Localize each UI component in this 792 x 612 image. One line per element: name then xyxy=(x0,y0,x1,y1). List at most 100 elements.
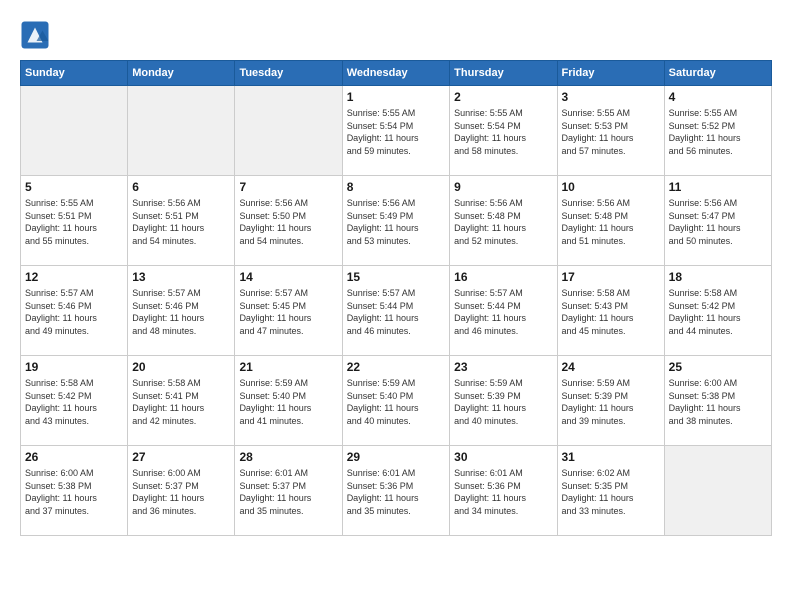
day-info: Sunrise: 5:56 AM Sunset: 5:50 PM Dayligh… xyxy=(239,197,337,247)
logo xyxy=(20,20,54,50)
day-number: 15 xyxy=(347,270,445,284)
day-info: Sunrise: 5:55 AM Sunset: 5:54 PM Dayligh… xyxy=(454,107,552,157)
calendar-cell: 8 Sunrise: 5:56 AM Sunset: 5:49 PM Daylig… xyxy=(342,176,449,266)
logo-icon xyxy=(20,20,50,50)
day-info: Sunrise: 5:57 AM Sunset: 5:44 PM Dayligh… xyxy=(454,287,552,337)
day-info: Sunrise: 5:56 AM Sunset: 5:48 PM Dayligh… xyxy=(562,197,660,247)
calendar-cell: 3 Sunrise: 5:55 AM Sunset: 5:53 PM Daylig… xyxy=(557,86,664,176)
page-header xyxy=(20,20,772,50)
calendar-cell: 1 Sunrise: 5:55 AM Sunset: 5:54 PM Daylig… xyxy=(342,86,449,176)
calendar-cell: 21Sunrise: 5:59 AM Sunset: 5:40 PM Dayli… xyxy=(235,356,342,446)
day-info: Sunrise: 5:59 AM Sunset: 5:39 PM Dayligh… xyxy=(562,377,660,427)
day-info: Sunrise: 5:58 AM Sunset: 5:41 PM Dayligh… xyxy=(132,377,230,427)
day-number: 14 xyxy=(239,270,337,284)
day-info: Sunrise: 5:56 AM Sunset: 5:47 PM Dayligh… xyxy=(669,197,767,247)
day-number: 30 xyxy=(454,450,552,464)
calendar-cell: 6Sunrise: 5:56 AM Sunset: 5:51 PM Daylig… xyxy=(128,176,235,266)
calendar-cell: 4 Sunrise: 5:55 AM Sunset: 5:52 PM Daylig… xyxy=(664,86,771,176)
day-number: 8 xyxy=(347,180,445,194)
day-info: Sunrise: 6:01 AM Sunset: 5:36 PM Dayligh… xyxy=(347,467,445,517)
calendar-cell: 9 Sunrise: 5:56 AM Sunset: 5:48 PM Daylig… xyxy=(450,176,557,266)
day-number: 2 xyxy=(454,90,552,104)
day-info: Sunrise: 5:57 AM Sunset: 5:46 PM Dayligh… xyxy=(25,287,123,337)
day-info: Sunrise: 5:58 AM Sunset: 5:42 PM Dayligh… xyxy=(669,287,767,337)
day-number: 18 xyxy=(669,270,767,284)
day-info: Sunrise: 5:55 AM Sunset: 5:54 PM Dayligh… xyxy=(347,107,445,157)
calendar-cell: 29 Sunrise: 6:01 AM Sunset: 5:36 PM Dayli… xyxy=(342,446,449,536)
day-number: 1 xyxy=(347,90,445,104)
day-info: Sunrise: 6:01 AM Sunset: 5:37 PM Dayligh… xyxy=(239,467,337,517)
day-number: 22 xyxy=(347,360,445,374)
calendar-cell: 12 Sunrise: 5:57 AM Sunset: 5:46 PM Dayli… xyxy=(21,266,128,356)
calendar-header-row: SundayMondayTuesdayWednesdayThursdayFrid… xyxy=(21,61,772,86)
calendar-cell: 27 Sunrise: 6:00 AM Sunset: 5:37 PM Dayli… xyxy=(128,446,235,536)
col-header-thursday: Thursday xyxy=(450,61,557,86)
day-number: 31 xyxy=(562,450,660,464)
day-number: 9 xyxy=(454,180,552,194)
day-number: 3 xyxy=(562,90,660,104)
col-header-friday: Friday xyxy=(557,61,664,86)
week-row-1: 1 Sunrise: 5:55 AM Sunset: 5:54 PM Daylig… xyxy=(21,86,772,176)
day-info: Sunrise: 5:59 AM Sunset: 5:40 PM Dayligh… xyxy=(347,377,445,427)
day-number: 11 xyxy=(669,180,767,194)
day-number: 29 xyxy=(347,450,445,464)
day-info: Sunrise: 5:55 AM Sunset: 5:53 PM Dayligh… xyxy=(562,107,660,157)
col-header-wednesday: Wednesday xyxy=(342,61,449,86)
calendar-cell: 26Sunrise: 6:00 AM Sunset: 5:38 PM Dayli… xyxy=(21,446,128,536)
calendar-cell: 24Sunrise: 5:59 AM Sunset: 5:39 PM Dayli… xyxy=(557,356,664,446)
calendar-cell: 19 Sunrise: 5:58 AM Sunset: 5:42 PM Dayli… xyxy=(21,356,128,446)
calendar-cell: 23 Sunrise: 5:59 AM Sunset: 5:39 PM Dayli… xyxy=(450,356,557,446)
day-info: Sunrise: 5:56 AM Sunset: 5:48 PM Dayligh… xyxy=(454,197,552,247)
col-header-tuesday: Tuesday xyxy=(235,61,342,86)
calendar-cell: 28 Sunrise: 6:01 AM Sunset: 5:37 PM Dayli… xyxy=(235,446,342,536)
calendar-cell: 25 Sunrise: 6:00 AM Sunset: 5:38 PM Dayli… xyxy=(664,356,771,446)
day-number: 16 xyxy=(454,270,552,284)
calendar-cell: 15Sunrise: 5:57 AM Sunset: 5:44 PM Dayli… xyxy=(342,266,449,356)
day-info: Sunrise: 5:55 AM Sunset: 5:51 PM Dayligh… xyxy=(25,197,123,247)
day-number: 27 xyxy=(132,450,230,464)
day-info: Sunrise: 5:56 AM Sunset: 5:49 PM Dayligh… xyxy=(347,197,445,247)
calendar-cell: 13 Sunrise: 5:57 AM Sunset: 5:46 PM Dayli… xyxy=(128,266,235,356)
day-number: 12 xyxy=(25,270,123,284)
day-number: 10 xyxy=(562,180,660,194)
calendar-cell: 30 Sunrise: 6:01 AM Sunset: 5:36 PM Dayli… xyxy=(450,446,557,536)
day-number: 28 xyxy=(239,450,337,464)
day-number: 19 xyxy=(25,360,123,374)
day-info: Sunrise: 6:00 AM Sunset: 5:38 PM Dayligh… xyxy=(669,377,767,427)
day-info: Sunrise: 5:55 AM Sunset: 5:52 PM Dayligh… xyxy=(669,107,767,157)
calendar-cell: 11 Sunrise: 5:56 AM Sunset: 5:47 PM Dayli… xyxy=(664,176,771,266)
calendar-cell: 2 Sunrise: 5:55 AM Sunset: 5:54 PM Daylig… xyxy=(450,86,557,176)
day-info: Sunrise: 6:01 AM Sunset: 5:36 PM Dayligh… xyxy=(454,467,552,517)
day-number: 13 xyxy=(132,270,230,284)
day-info: Sunrise: 5:57 AM Sunset: 5:46 PM Dayligh… xyxy=(132,287,230,337)
day-info: Sunrise: 6:00 AM Sunset: 5:37 PM Dayligh… xyxy=(132,467,230,517)
calendar-cell: 7Sunrise: 5:56 AM Sunset: 5:50 PM Daylig… xyxy=(235,176,342,266)
day-number: 4 xyxy=(669,90,767,104)
calendar-table: SundayMondayTuesdayWednesdayThursdayFrid… xyxy=(20,60,772,536)
day-info: Sunrise: 6:02 AM Sunset: 5:35 PM Dayligh… xyxy=(562,467,660,517)
day-number: 5 xyxy=(25,180,123,194)
week-row-5: 26Sunrise: 6:00 AM Sunset: 5:38 PM Dayli… xyxy=(21,446,772,536)
day-info: Sunrise: 5:59 AM Sunset: 5:39 PM Dayligh… xyxy=(454,377,552,427)
calendar-cell: 14 Sunrise: 5:57 AM Sunset: 5:45 PM Dayli… xyxy=(235,266,342,356)
week-row-2: 5 Sunrise: 5:55 AM Sunset: 5:51 PM Daylig… xyxy=(21,176,772,266)
calendar-cell: 20Sunrise: 5:58 AM Sunset: 5:41 PM Dayli… xyxy=(128,356,235,446)
day-number: 25 xyxy=(669,360,767,374)
calendar-cell: 10 Sunrise: 5:56 AM Sunset: 5:48 PM Dayli… xyxy=(557,176,664,266)
col-header-saturday: Saturday xyxy=(664,61,771,86)
calendar-cell xyxy=(664,446,771,536)
calendar-cell: 22 Sunrise: 5:59 AM Sunset: 5:40 PM Dayli… xyxy=(342,356,449,446)
week-row-4: 19 Sunrise: 5:58 AM Sunset: 5:42 PM Dayli… xyxy=(21,356,772,446)
day-info: Sunrise: 5:58 AM Sunset: 5:43 PM Dayligh… xyxy=(562,287,660,337)
day-number: 17 xyxy=(562,270,660,284)
calendar-cell xyxy=(235,86,342,176)
day-info: Sunrise: 5:56 AM Sunset: 5:51 PM Dayligh… xyxy=(132,197,230,247)
calendar-cell: 31 Sunrise: 6:02 AM Sunset: 5:35 PM Dayli… xyxy=(557,446,664,536)
day-number: 23 xyxy=(454,360,552,374)
col-header-monday: Monday xyxy=(128,61,235,86)
day-number: 21 xyxy=(239,360,337,374)
week-row-3: 12 Sunrise: 5:57 AM Sunset: 5:46 PM Dayli… xyxy=(21,266,772,356)
day-info: Sunrise: 5:57 AM Sunset: 5:45 PM Dayligh… xyxy=(239,287,337,337)
calendar-cell xyxy=(128,86,235,176)
day-info: Sunrise: 5:58 AM Sunset: 5:42 PM Dayligh… xyxy=(25,377,123,427)
